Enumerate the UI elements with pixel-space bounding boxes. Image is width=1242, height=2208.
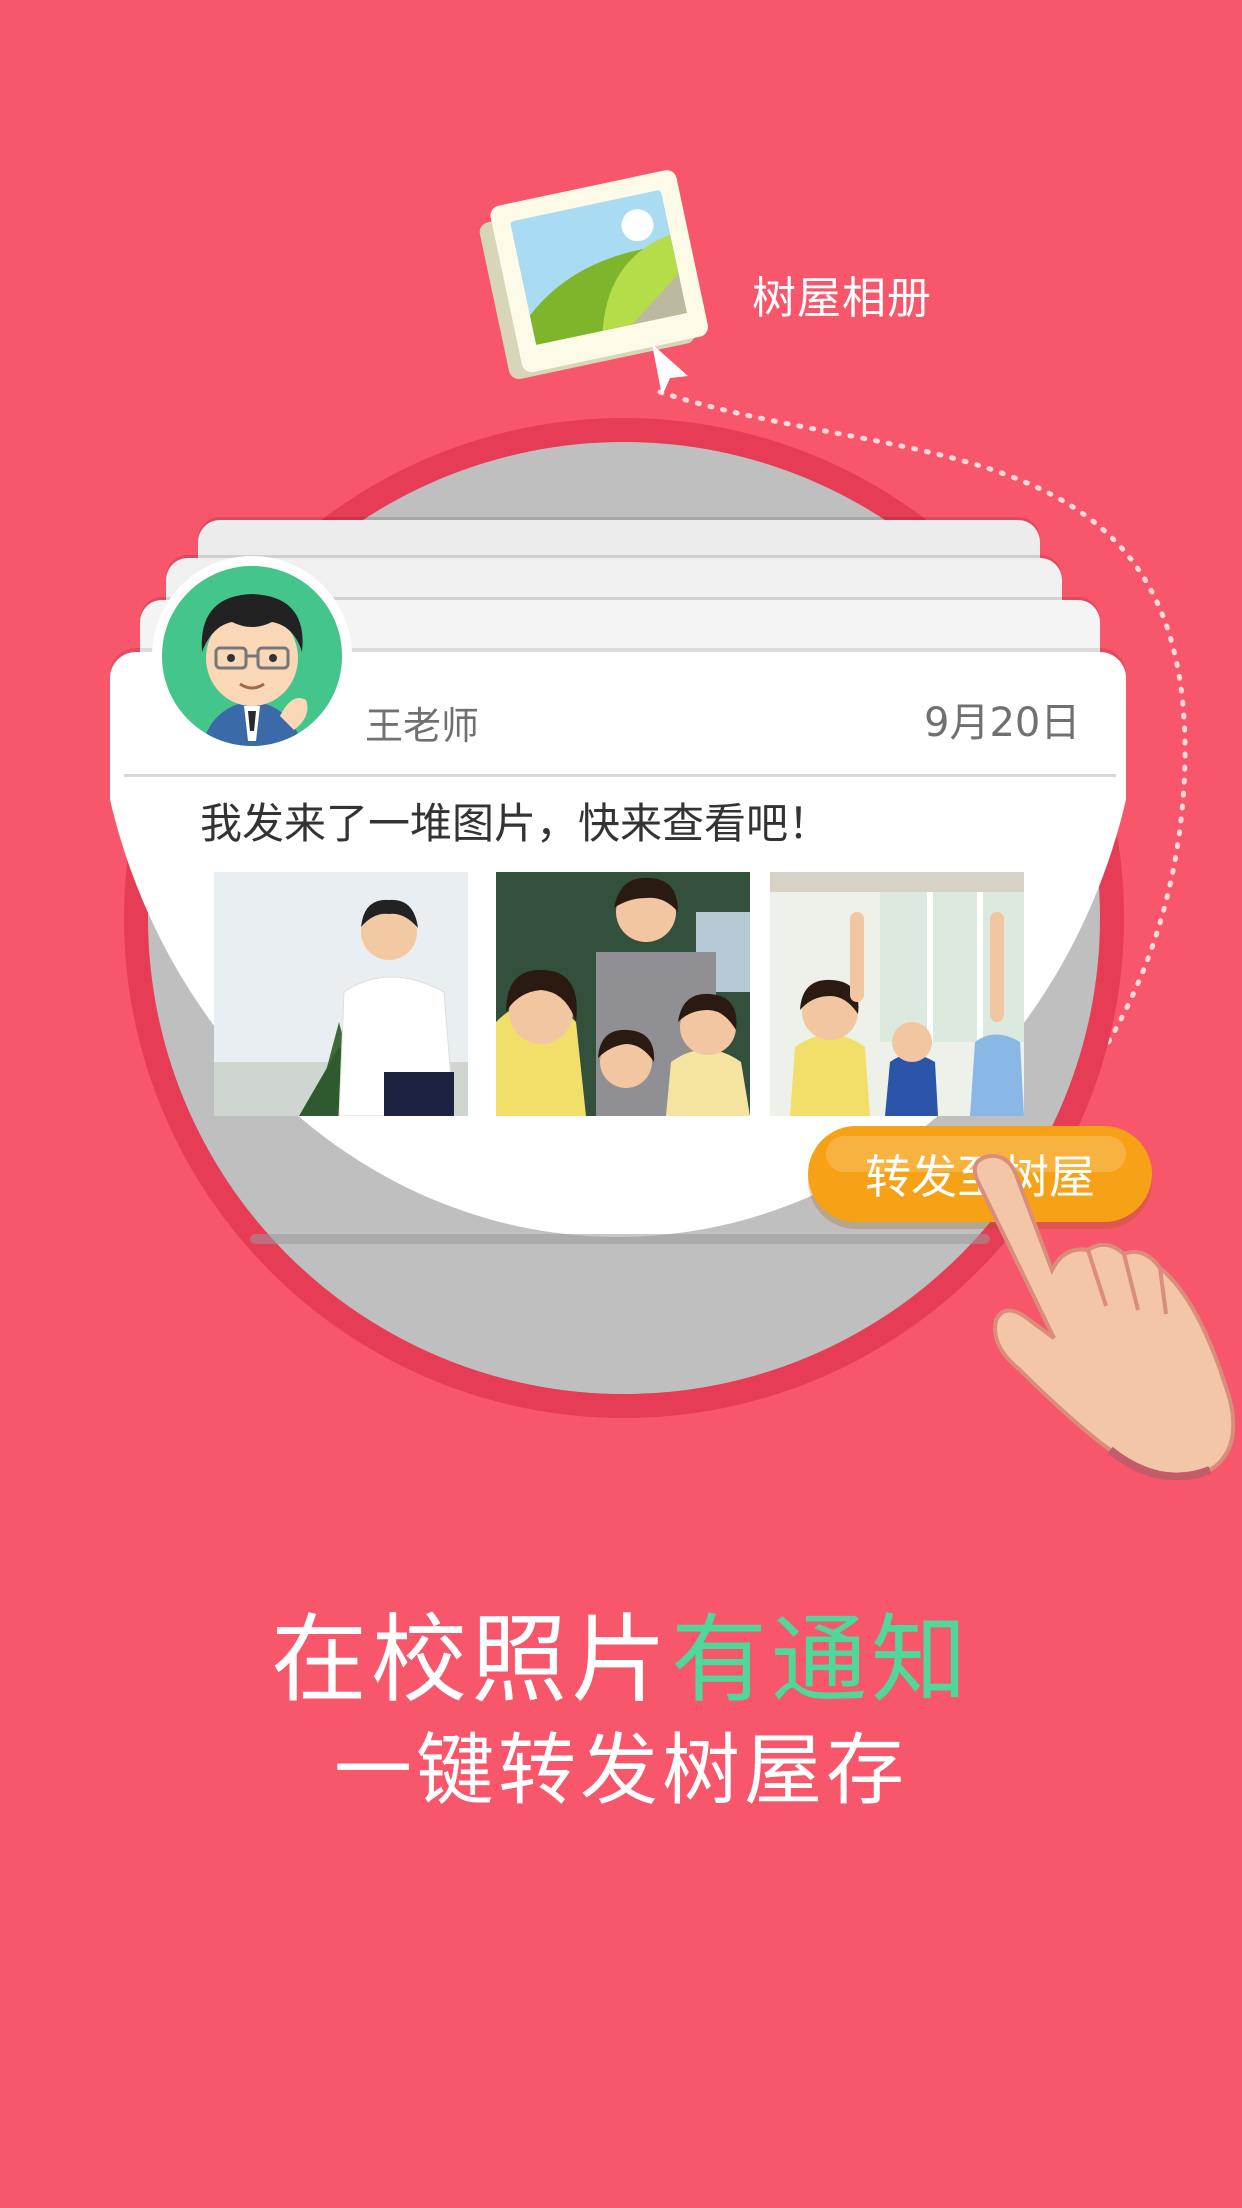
teacher-name: 王老师 <box>365 704 480 748</box>
headline-accent: 有通知 <box>671 1604 971 1716</box>
photo-thumbnail[interactable] <box>214 872 468 1116</box>
photo-album-icon[interactable] <box>470 140 730 400</box>
subheadline: 一键转发树屋存 <box>333 1726 908 1816</box>
post-date: 9月20日 <box>924 700 1081 746</box>
post-message: 我发来了一堆图片，快来查看吧！ <box>200 799 831 848</box>
headline: 在校照片有通知 <box>0 1582 1242 1721</box>
album-label: 树屋相册 <box>752 273 932 324</box>
photo-thumbnail[interactable] <box>496 872 750 1116</box>
divider <box>124 774 1116 777</box>
headline-part1: 在校照片 <box>271 1604 671 1716</box>
photo-thumbnail[interactable] <box>770 872 1024 1116</box>
teacher-avatar-icon <box>162 566 342 746</box>
pointing-hand-icon <box>972 1153 1236 1480</box>
card-edge <box>250 1234 990 1244</box>
avatar[interactable] <box>162 566 342 746</box>
